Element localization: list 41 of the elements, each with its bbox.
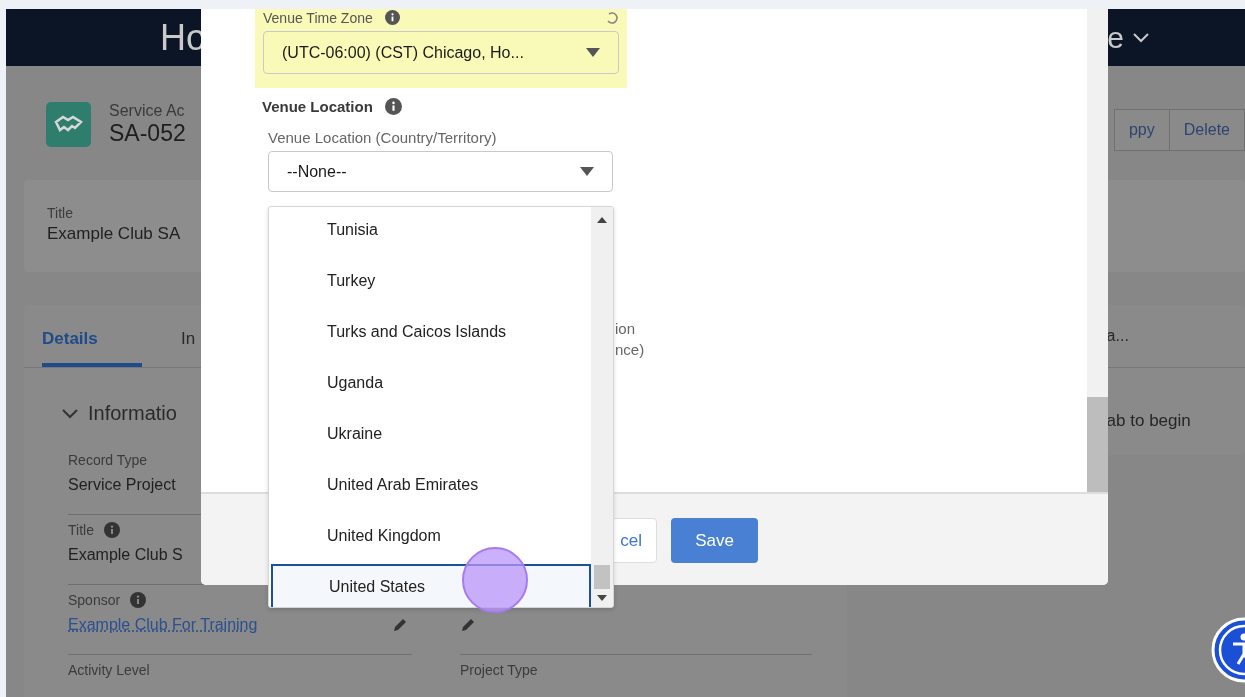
time-zone-select[interactable]: (UTC-06:00) (CST) Chicago, Ho... bbox=[263, 31, 619, 74]
info-icon[interactable] bbox=[384, 98, 402, 115]
field-label: nce) bbox=[615, 341, 646, 358]
panel-message: ab to begin bbox=[1106, 411, 1191, 431]
handshake-icon bbox=[46, 102, 91, 147]
field-label: Record Type bbox=[68, 452, 148, 468]
field-label: Venue Location (Country/Territory) bbox=[268, 129, 498, 146]
section-heading: Venue Location bbox=[262, 98, 373, 115]
field-label: Sponsor bbox=[68, 592, 121, 608]
save-button[interactable]: Save bbox=[671, 518, 758, 563]
scrollbar[interactable] bbox=[591, 207, 613, 607]
dropdown-option[interactable]: Turkey bbox=[271, 255, 591, 306]
record-id: SA-052 bbox=[109, 120, 186, 147]
scroll-thumb[interactable] bbox=[594, 565, 610, 589]
pencil-icon[interactable] bbox=[460, 617, 476, 633]
country-select[interactable]: --None-- bbox=[268, 151, 613, 192]
scrollbar[interactable] bbox=[1087, 9, 1108, 492]
section-title: Informatio bbox=[88, 402, 177, 425]
object-label: Service Ac bbox=[109, 102, 186, 120]
dropdown-option[interactable]: United Arab Emirates bbox=[271, 459, 591, 510]
pencil-icon[interactable] bbox=[392, 617, 408, 633]
info-icon[interactable] bbox=[103, 522, 120, 538]
field-label: Project Type bbox=[460, 662, 538, 678]
dropdown-option[interactable]: United Kingdom bbox=[271, 510, 591, 561]
caret-up-icon[interactable] bbox=[597, 217, 607, 223]
field-value: Example Club SA bbox=[47, 224, 181, 244]
field-label: Venue Time Zone bbox=[263, 9, 373, 26]
field-label: Activity Level bbox=[68, 662, 150, 678]
nav-label: e bbox=[1107, 20, 1124, 55]
undo-icon[interactable] bbox=[605, 10, 619, 25]
field-label: Title bbox=[68, 522, 94, 538]
caret-down-icon bbox=[586, 48, 600, 57]
caret-down-icon[interactable] bbox=[597, 595, 607, 601]
field-label: Title bbox=[47, 205, 73, 221]
chevron-down-icon[interactable] bbox=[1132, 31, 1150, 44]
dropdown-option[interactable]: Ukraine bbox=[271, 408, 591, 459]
caret-down-icon bbox=[580, 167, 594, 176]
info-icon[interactable] bbox=[384, 10, 400, 25]
field-label: ion bbox=[615, 320, 637, 337]
dropdown-option[interactable]: Tunisia bbox=[271, 207, 591, 255]
info-icon[interactable] bbox=[130, 592, 147, 608]
